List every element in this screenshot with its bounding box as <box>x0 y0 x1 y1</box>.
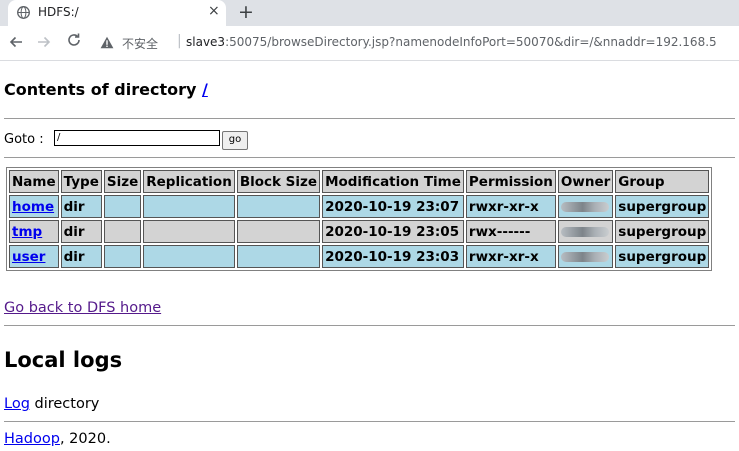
group-cell: supergroup <box>615 245 710 268</box>
table-row: user dir 2020-10-19 23:03 rwxr-xr-x supe… <box>9 245 710 268</box>
size-cell <box>103 245 142 268</box>
arrow-left-icon <box>9 36 22 48</box>
warning-triangle-icon[interactable] <box>100 36 114 49</box>
footer: Hadoop, 2020. <box>4 431 111 447</box>
table-header-row: Name Type Size Replication Block Size Mo… <box>9 170 710 193</box>
replication-cell <box>143 245 235 268</box>
goto-input[interactable]: / <box>54 130 220 146</box>
dir-link-user[interactable]: user <box>12 249 45 265</box>
footer-suffix: , 2020. <box>59 431 111 447</box>
size-cell <box>103 220 142 243</box>
log-suffix: directory <box>29 396 100 412</box>
dir-link-home[interactable]: home <box>12 199 54 215</box>
goto-label: Goto : <box>4 132 44 147</box>
reload-button[interactable] <box>66 32 82 52</box>
new-tab-button[interactable]: + <box>238 1 254 23</box>
local-logs-heading: Local logs <box>4 348 123 372</box>
replication-cell <box>143 195 235 218</box>
column-header: Modification Time <box>322 170 464 193</box>
column-header: Group <box>615 170 710 193</box>
group-cell: supergroup <box>615 195 710 218</box>
globe-icon <box>17 6 30 19</box>
reload-icon <box>68 33 80 46</box>
owner-cell <box>557 195 614 218</box>
owner-cell <box>557 220 614 243</box>
permission-cell: rwxr-xr-x <box>465 245 556 268</box>
redacted-owner <box>560 226 609 237</box>
log-link[interactable]: Log <box>4 396 30 412</box>
close-tab-icon[interactable]: × <box>208 3 220 19</box>
tab-bar: HDFS:/ × + <box>0 0 739 26</box>
size-cell <box>103 195 142 218</box>
page-title-text: Contents of directory <box>4 80 202 99</box>
log-line: Log directory <box>4 396 99 412</box>
redacted-owner <box>560 201 609 212</box>
divider <box>4 118 735 119</box>
block-size-cell <box>236 195 321 218</box>
modified-cell: 2020-10-19 23:03 <box>322 245 464 268</box>
owner-cell <box>557 245 614 268</box>
column-header: Name <box>9 170 59 193</box>
hadoop-link[interactable]: Hadoop <box>4 431 60 447</box>
security-status[interactable]: 不安全 <box>122 35 158 52</box>
column-header: Size <box>103 170 142 193</box>
type-cell: dir <box>60 245 102 268</box>
column-header: Block Size <box>236 170 321 193</box>
browser-tab[interactable]: HDFS:/ × <box>8 0 226 26</box>
replication-cell <box>143 220 235 243</box>
name-cell: tmp <box>9 220 59 243</box>
tab-title: HDFS:/ <box>38 5 79 19</box>
directory-table: Name Type Size Replication Block Size Mo… <box>6 167 713 271</box>
permission-cell: rwx------ <box>465 220 556 243</box>
name-cell: user <box>9 245 59 268</box>
url-separator: | <box>177 33 182 49</box>
permission-cell: rwxr-xr-x <box>465 195 556 218</box>
modified-cell: 2020-10-19 23:05 <box>322 220 464 243</box>
column-header: Type <box>60 170 102 193</box>
divider <box>4 325 735 326</box>
column-header: Replication <box>143 170 235 193</box>
table-row: home dir 2020-10-19 23:07 rwxr-xr-x supe… <box>9 195 710 218</box>
go-button[interactable]: go <box>222 131 248 150</box>
group-cell: supergroup <box>615 220 710 243</box>
type-cell: dir <box>60 220 102 243</box>
dfs-home-link[interactable]: Go back to DFS home <box>4 300 161 316</box>
modified-cell: 2020-10-19 23:07 <box>322 195 464 218</box>
dir-link-tmp[interactable]: tmp <box>12 224 42 240</box>
url-path: :50075/browseDirectory.jsp?namenodeInfoP… <box>225 35 717 49</box>
table-row: tmp dir 2020-10-19 23:05 rwx------ super… <box>9 220 710 243</box>
address-bar[interactable]: slave3:50075/browseDirectory.jsp?namenod… <box>186 35 717 49</box>
name-cell: home <box>9 195 59 218</box>
back-button[interactable] <box>8 34 24 54</box>
block-size-cell <box>236 245 321 268</box>
root-dir-link[interactable]: / <box>202 80 208 99</box>
divider <box>4 157 735 158</box>
url-host: slave3 <box>186 35 226 49</box>
page-title: Contents of directory / <box>4 80 208 99</box>
browser-toolbar: 不安全 | slave3:50075/browseDirectory.jsp?n… <box>0 26 739 61</box>
redacted-owner <box>560 251 609 262</box>
column-header: Owner <box>557 170 614 193</box>
column-header: Permission <box>465 170 556 193</box>
type-cell: dir <box>60 195 102 218</box>
block-size-cell <box>236 220 321 243</box>
forward-button[interactable] <box>36 34 52 54</box>
divider <box>4 421 735 422</box>
arrow-right-icon <box>38 36 51 48</box>
